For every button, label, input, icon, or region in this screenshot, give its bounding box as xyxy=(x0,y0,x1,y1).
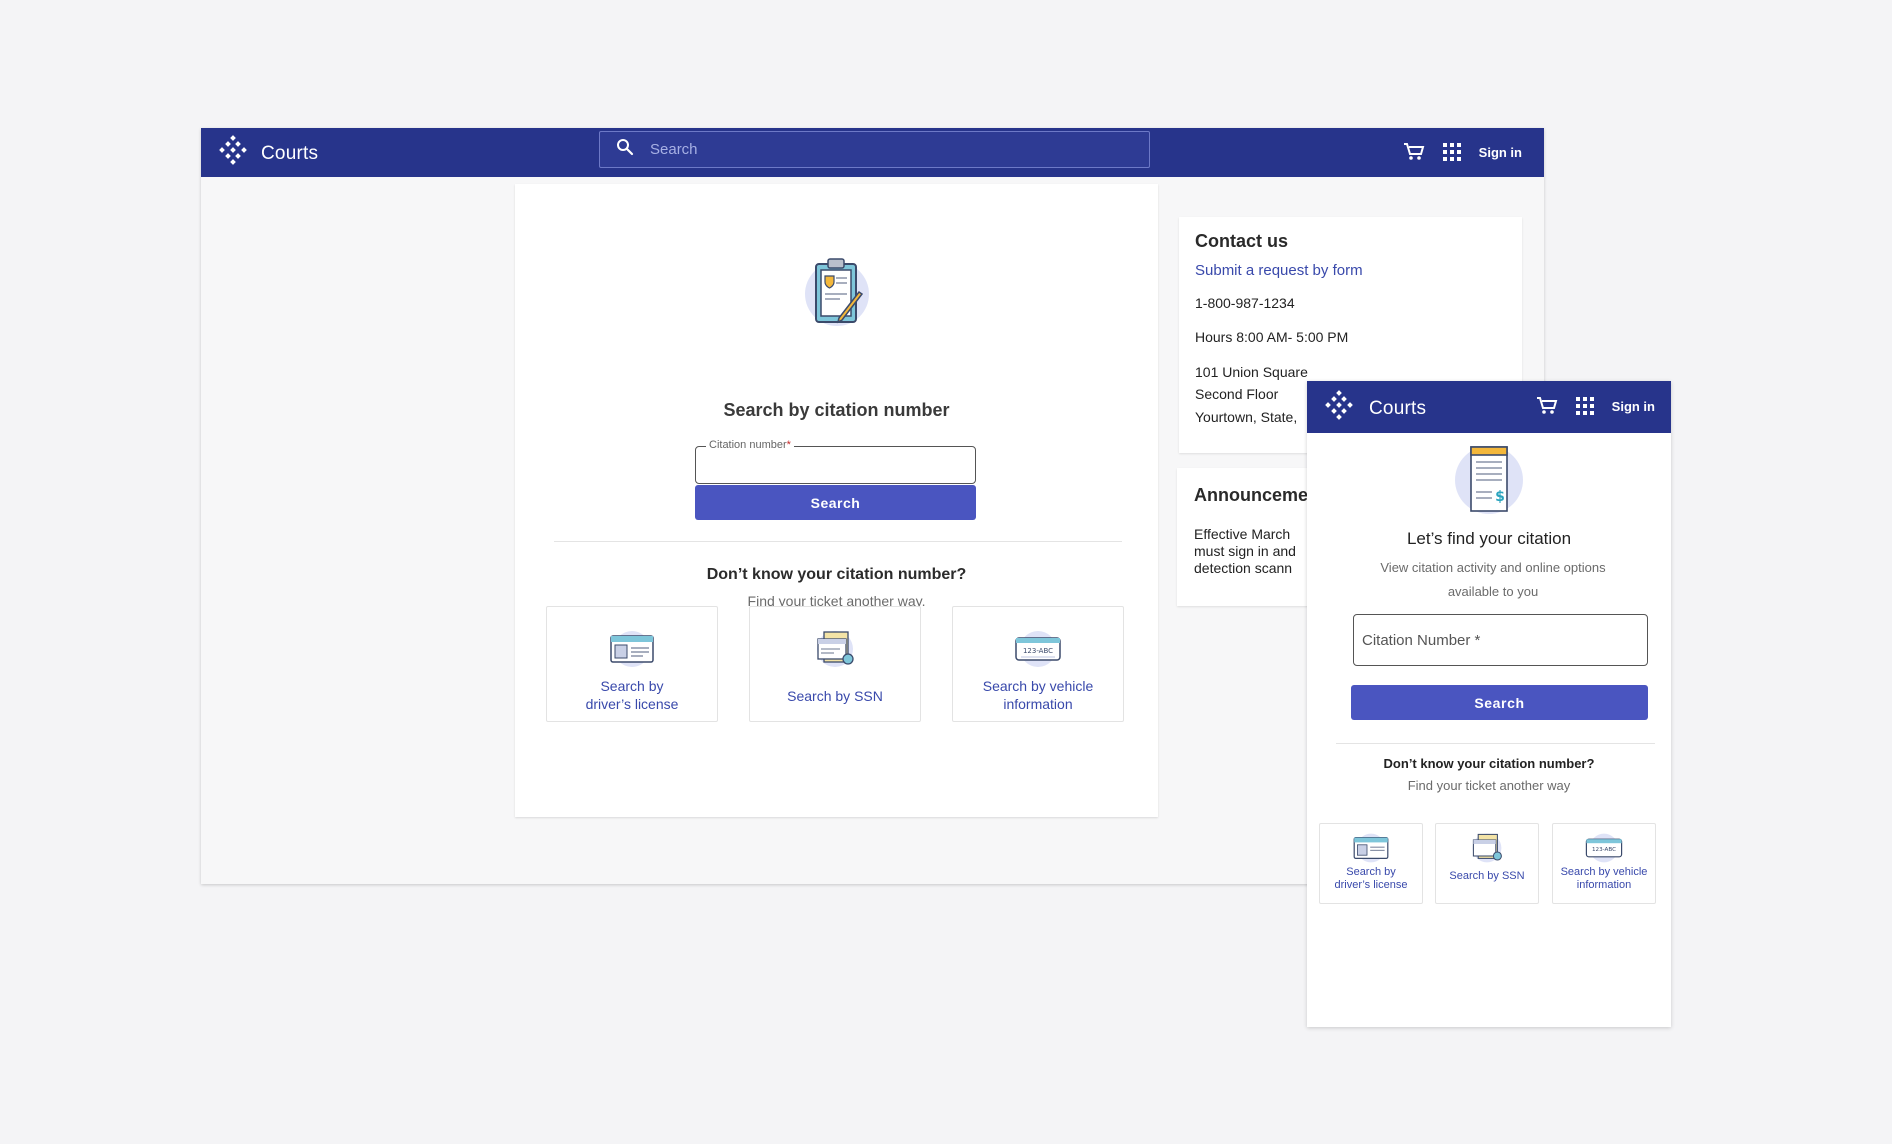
vehicle-plate-icon: 123-ABC xyxy=(1583,832,1625,869)
ssn-card-icon xyxy=(812,629,858,674)
search-by-ssn-option[interactable]: Search by SSN xyxy=(749,606,921,722)
search-by-vehicle-option[interactable]: 123-ABC Search by vehicle information xyxy=(952,606,1124,722)
citation-number-label: Citation number* xyxy=(706,439,794,451)
search-by-license-option[interactable]: Search by driver’s license xyxy=(546,606,718,722)
sign-in-link[interactable]: Sign in xyxy=(1612,399,1655,414)
contact-address-line: Second Floor xyxy=(1195,386,1279,402)
citation-number-input[interactable] xyxy=(696,447,975,483)
contact-address-line: 101 Union Square xyxy=(1195,364,1308,380)
contact-phone: 1-800-987-1234 xyxy=(1195,295,1295,311)
license-card-icon xyxy=(1351,832,1391,869)
sign-in-link[interactable]: Sign in xyxy=(1479,145,1522,160)
mobile-brand[interactable]: Courts xyxy=(1323,390,1426,427)
mobile-page-title: Let’s find your citation xyxy=(1406,529,1572,548)
license-card-icon xyxy=(609,629,655,674)
vehicle-plate-icon: 123-ABC xyxy=(1013,629,1063,674)
mobile-citation-number-input[interactable] xyxy=(1354,615,1647,665)
option-label: Search by vehicle information xyxy=(982,678,1094,712)
option-label: Search by driver’s license xyxy=(1334,866,1408,891)
logo-icon xyxy=(217,135,249,172)
option-label: Search by SSN xyxy=(1449,870,1525,882)
page-title: Search by citation number xyxy=(723,400,950,420)
apps-grid-icon[interactable] xyxy=(1442,143,1461,161)
header-search-input[interactable] xyxy=(648,140,1128,159)
request-form-link[interactable]: Submit a request by form xyxy=(1195,262,1363,279)
option-label: Search by vehicle information xyxy=(1560,866,1648,891)
divider xyxy=(1336,743,1655,744)
logo-icon xyxy=(1323,390,1355,427)
search-icon xyxy=(616,138,634,161)
contact-hours: Hours 8:00 AM- 5:00 PM xyxy=(1195,329,1349,345)
brand[interactable]: Courts xyxy=(217,135,318,172)
clipboard-icon xyxy=(804,254,870,335)
mobile-search-button[interactable]: Search xyxy=(1351,685,1648,720)
invoice-icon: $ xyxy=(1452,443,1526,522)
divider xyxy=(554,541,1122,542)
svg-text:$: $ xyxy=(1495,489,1505,505)
apps-grid-icon[interactable] xyxy=(1575,397,1594,415)
citation-search-card: Search by citation number Citation numbe… xyxy=(515,184,1158,817)
top-actions: Sign in xyxy=(1385,142,1522,162)
mobile-alt-search-heading: Don’t know your citation number? xyxy=(1383,756,1595,771)
alt-search-heading: Don’t know your citation number? xyxy=(706,566,967,583)
plate-text: 123-ABC xyxy=(1592,847,1616,853)
mobile-search-by-license-option[interactable]: Search by driver’s license xyxy=(1319,823,1423,904)
mobile-top-actions: Sign in xyxy=(1518,396,1655,416)
option-label: Search by SSN xyxy=(787,688,883,704)
header-search[interactable] xyxy=(599,131,1150,168)
brand-name: Courts xyxy=(1369,397,1427,419)
mobile-top-bar: Courts Sign in xyxy=(1307,381,1671,433)
mobile-search-by-ssn-option[interactable]: Search by SSN xyxy=(1435,823,1539,904)
mobile-citation-number-field[interactable] xyxy=(1353,614,1648,666)
citation-number-field[interactable]: Citation number* xyxy=(695,439,976,484)
mobile-alt-search-subtitle: Find your ticket another way xyxy=(1407,778,1571,793)
contact-address-line: Yourtown, State, xyxy=(1195,409,1298,425)
contact-title: Contact us xyxy=(1195,231,1289,251)
brand-name: Courts xyxy=(261,142,319,164)
search-button[interactable]: Search xyxy=(695,485,976,520)
announcement-title: Announceme xyxy=(1194,485,1309,505)
option-label: Search by driver’s license xyxy=(585,678,679,712)
mobile-subtitle: View citation activity and online option… xyxy=(1380,560,1606,599)
cart-icon[interactable] xyxy=(1403,142,1425,162)
plate-text: 123-ABC xyxy=(1023,647,1053,655)
mobile-window: Courts Sign in $ Let’s find your citatio… xyxy=(1307,381,1671,1027)
top-bar: Courts Search Sign in xyxy=(201,128,1544,177)
ssn-card-icon xyxy=(1467,832,1507,869)
cart-icon[interactable] xyxy=(1536,396,1558,416)
mobile-search-by-vehicle-option[interactable]: 123-ABC Search by vehicle information xyxy=(1552,823,1656,904)
